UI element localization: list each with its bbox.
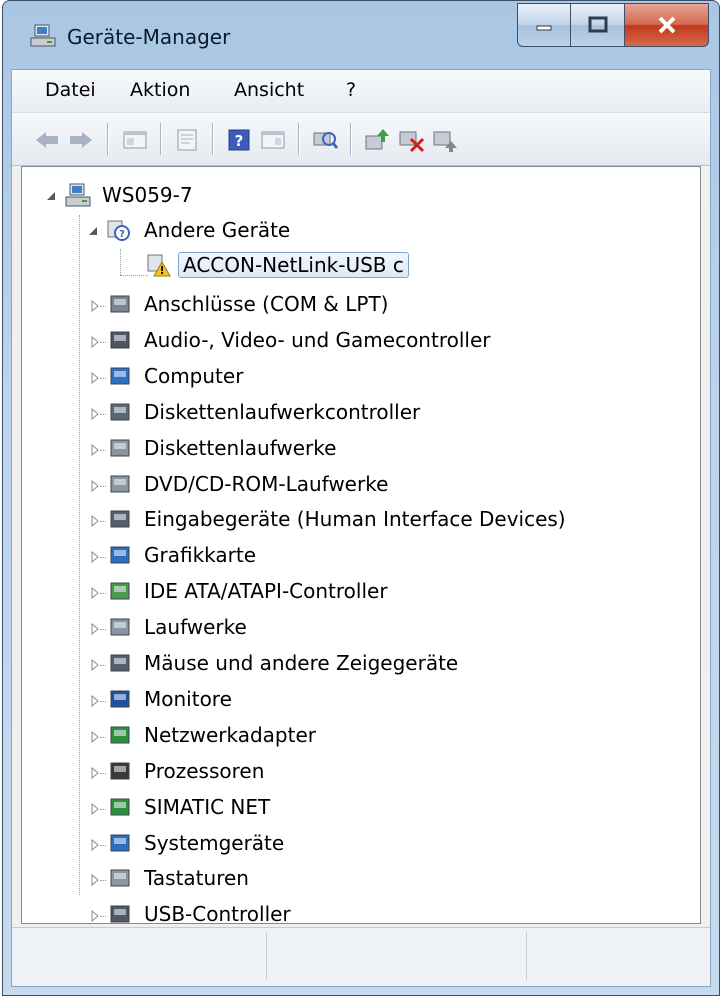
menu-datei[interactable]: Datei: [45, 79, 96, 101]
caption-buttons: [517, 3, 709, 47]
monitor-icon: [110, 690, 130, 708]
disable-device-button[interactable]: [396, 125, 426, 155]
properties-button[interactable]: [172, 125, 202, 155]
device-category-label[interactable]: Audio-, Video- und Gamecontroller: [144, 328, 490, 352]
device-category-label[interactable]: Laufwerke: [144, 615, 247, 639]
floppy-drive-icon: [110, 439, 130, 457]
scan-hardware-button[interactable]: [310, 125, 340, 155]
device-category-label[interactable]: USB-Controller: [144, 902, 291, 923]
audio-icon: [110, 331, 130, 349]
device-category-label[interactable]: Tastaturen: [144, 866, 249, 890]
menu-help[interactable]: ?: [346, 79, 356, 101]
update-driver-icon: [365, 129, 389, 150]
svg-text:?: ?: [235, 132, 244, 150]
network-icon: [110, 798, 130, 816]
device-category-label[interactable]: Diskettenlaufwerke: [144, 436, 336, 460]
menu-bar: Datei Aktion Ansicht ?: [12, 70, 710, 113]
close-button[interactable]: [625, 3, 709, 47]
back-button[interactable]: [32, 125, 62, 155]
uninstall-device-icon: [433, 131, 457, 152]
show-hide-tree-button[interactable]: [120, 125, 150, 155]
toolbar-separator: [298, 123, 300, 155]
floppy-controller-icon: [110, 403, 130, 421]
properties-icon: [177, 129, 197, 151]
device-category-label[interactable]: Computer: [144, 364, 243, 388]
maximize-button[interactable]: [571, 3, 625, 47]
device-tree[interactable]: WS059-7 ? Andere Geräte ACCON-NetLink-US…: [21, 166, 701, 924]
computer-icon: [110, 367, 130, 385]
device-manager-window: Geräte-Manager Datei Aktion Ansicht ? ? …: [2, 0, 720, 996]
toolbar-separator: [212, 123, 214, 155]
network-adapter-icon: [110, 726, 130, 744]
device-category-label[interactable]: Diskettenlaufwerkcontroller: [144, 400, 420, 424]
close-icon: [658, 16, 675, 34]
collapse-arrow-icon[interactable]: [86, 224, 100, 238]
usb-icon: [110, 905, 130, 923]
maximize-icon: [588, 16, 607, 33]
keyboard-icon: [110, 869, 130, 887]
display-adapter-icon: [110, 546, 130, 564]
collapse-arrow-icon[interactable]: [44, 189, 58, 203]
help-icon: ?: [228, 129, 250, 151]
tree-connector: [120, 249, 121, 275]
device-category-label[interactable]: Eingabegeräte (Human Interface Devices): [144, 507, 566, 531]
back-icon: [36, 132, 58, 148]
minimize-icon: [536, 25, 552, 31]
toolbar: ?: [12, 113, 710, 166]
svg-text:?: ?: [119, 229, 125, 240]
processor-icon: [110, 762, 130, 780]
minimize-button[interactable]: [517, 3, 571, 47]
device-category-label[interactable]: SIMATIC NET: [144, 795, 270, 819]
forward-button[interactable]: [66, 125, 96, 155]
device-category-label[interactable]: Grafikkarte: [144, 543, 256, 567]
hid-device-icon: [110, 510, 130, 528]
mouse-icon: [110, 654, 130, 672]
device-category-label[interactable]: Anschlüsse (COM & LPT): [144, 292, 388, 316]
tree-connector: [79, 215, 80, 895]
toolbar-separator: [160, 123, 162, 155]
status-bar: [12, 927, 710, 986]
device-category-label[interactable]: Systemgeräte: [144, 831, 284, 855]
computer-root-icon: [65, 183, 91, 207]
menu-aktion[interactable]: Aktion: [130, 79, 190, 101]
status-pane-divider: [526, 932, 527, 980]
other-devices-label[interactable]: Andere Geräte: [144, 218, 290, 242]
port-icon: [110, 295, 130, 313]
title-bar[interactable]: Geräte-Manager: [3, 1, 719, 69]
client-area: Datei Aktion Ansicht ? ? WS059-7 ? Ander…: [11, 69, 711, 987]
ide-controller-icon: [110, 582, 130, 600]
warning-device-icon: [147, 254, 171, 277]
help-button[interactable]: ?: [224, 125, 254, 155]
device-category-label[interactable]: Monitore: [144, 687, 232, 711]
selected-device-label[interactable]: ACCON-NetLink-USB c: [178, 252, 409, 278]
update-driver-button[interactable]: [362, 125, 392, 155]
system-device-icon: [110, 834, 130, 851]
uninstall-device-button[interactable]: [430, 125, 460, 155]
window-title: Geräte-Manager: [67, 25, 231, 49]
disk-drive-icon: [110, 618, 130, 636]
scan-hardware-icon: [313, 132, 339, 149]
disable-device-icon: [399, 131, 425, 153]
device-category-label[interactable]: Mäuse und andere Zeigegeräte: [144, 651, 458, 675]
menu-ansicht[interactable]: Ansicht: [234, 79, 304, 101]
toolbar-separator: [350, 123, 352, 155]
forward-icon: [70, 132, 92, 148]
view-icon: [261, 131, 285, 149]
device-category-label[interactable]: Prozessoren: [144, 759, 264, 783]
device-category-label[interactable]: DVD/CD-ROM-Laufwerke: [144, 472, 388, 496]
view-button[interactable]: [258, 125, 288, 155]
unknown-device-icon: ?: [107, 220, 130, 241]
toolbar-separator: [107, 123, 109, 155]
show-hide-tree-icon: [123, 131, 147, 149]
device-manager-icon: [30, 24, 56, 47]
status-pane-divider: [266, 932, 267, 980]
tree-root-label[interactable]: WS059-7: [102, 183, 193, 207]
device-category-label[interactable]: IDE ATA/ATAPI-Controller: [144, 579, 388, 603]
device-category-label[interactable]: Netzwerkadapter: [144, 723, 316, 747]
dvd-drive-icon: [110, 475, 130, 492]
